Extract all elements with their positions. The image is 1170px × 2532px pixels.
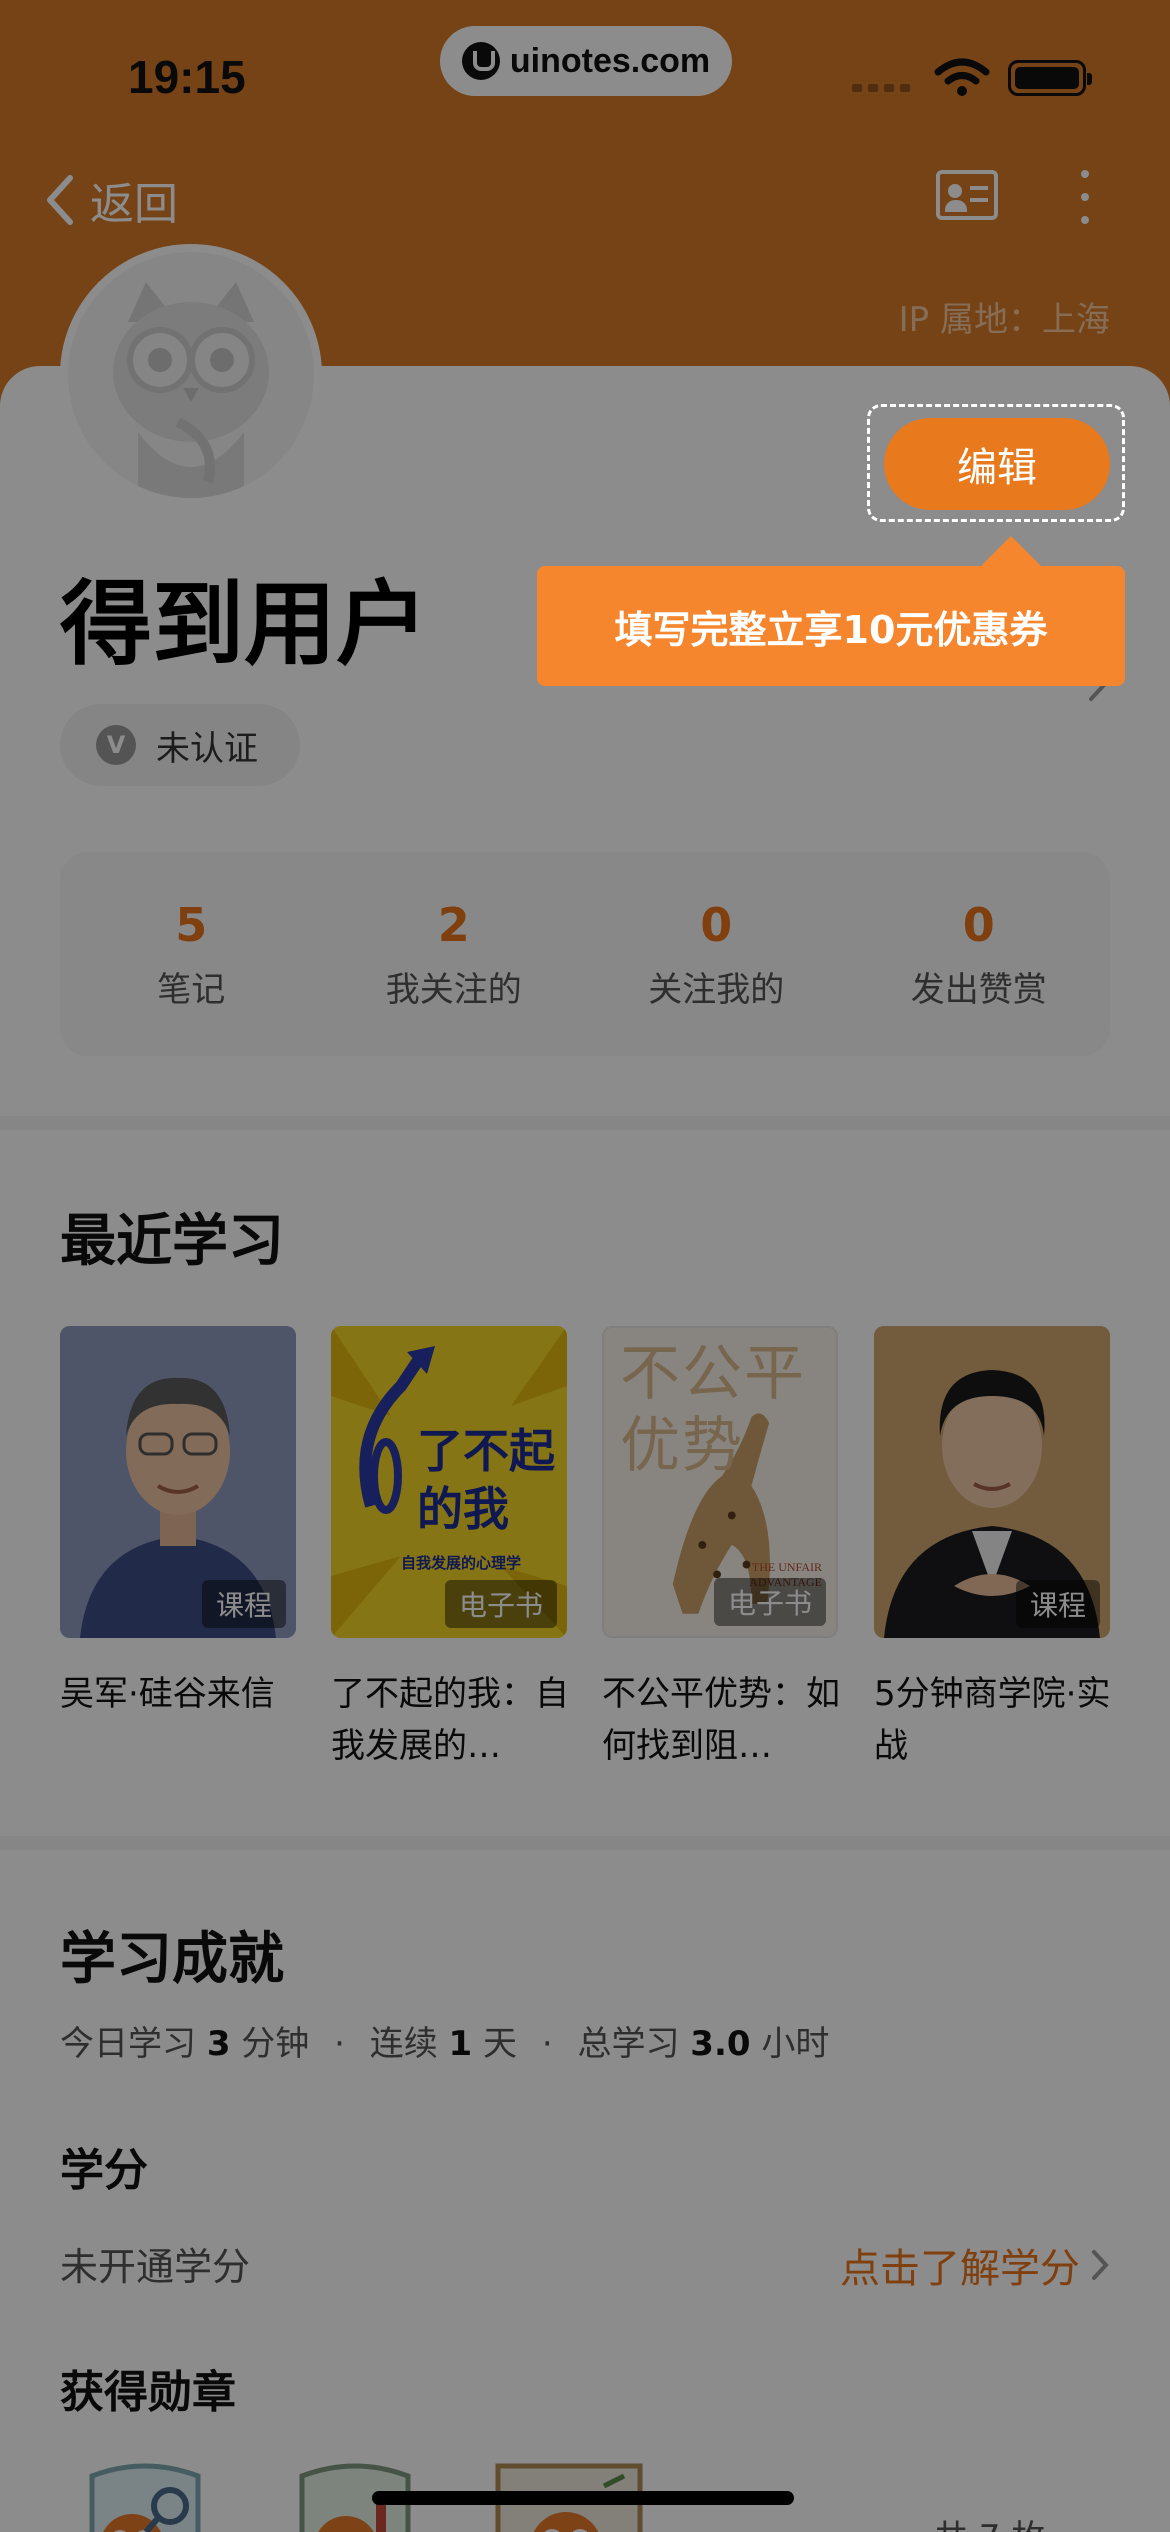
owl-avatar-icon <box>113 282 269 498</box>
book-cover-title: 了不起的我 <box>417 1424 555 1536</box>
achievement-title: 学习成就 <box>60 1927 284 1992</box>
back-button[interactable]: 返回 <box>40 168 178 232</box>
watermark-text: uinotes.com <box>509 41 711 80</box>
medals-title: 获得勋章 <box>60 2367 236 2418</box>
course-cover: 课程 <box>60 1326 296 1638</box>
credits-learn-more-link[interactable]: 点击了解学分 <box>840 2236 1110 2294</box>
recent-learning-title: 最近学习 <box>60 1209 284 1274</box>
recent-item[interactable]: 课程 5分钟商学院·实战 <box>874 1326 1110 1772</box>
book-cover-title: 不公平优势 <box>620 1339 806 1481</box>
username: 得到用户 <box>60 571 429 678</box>
more-options-icon[interactable] <box>1078 170 1092 224</box>
today-minutes: 3 <box>206 2024 231 2064</box>
stat-label: 我关注的 <box>385 969 522 1010</box>
course-cover: 课程 <box>874 1326 1110 1638</box>
wifi-icon <box>934 58 990 96</box>
stat-label: 关注我的 <box>648 969 785 1010</box>
coupon-tooltip[interactable]: 填写完整立享10元优惠券 <box>537 536 1125 686</box>
verification-badge[interactable]: V 未认证 <box>60 704 300 786</box>
content-type-tag: 课程 <box>1015 1580 1100 1628</box>
stat-followers[interactable]: 0 关注我的 <box>585 852 848 1056</box>
content-type-tag: 课程 <box>201 1580 286 1628</box>
credits-link-label: 点击了解学分 <box>840 2246 1080 2292</box>
total-hours: 3.0 <box>690 2024 751 2064</box>
book-cover: 不公平优势 THE UNFAIR ADVANTAGE 电子书 <box>602 1326 838 1638</box>
recent-item-title: 5分钟商学院·实战 <box>874 1674 1111 1766</box>
study-summary: 今日学习 3 分钟 · 连续 1 天 · 总学习 3.0 小时 <box>60 2024 830 2064</box>
status-bar: 19:15 uinotes.com <box>0 0 1170 150</box>
chevron-right-icon <box>1092 2250 1109 2280</box>
streak-days: 1 <box>448 2024 473 2064</box>
verification-status: 未认证 <box>156 728 258 769</box>
book-cover-subtitle: 自我发展的心理学 <box>401 1554 522 1572</box>
credits-title: 学分 <box>60 2145 148 2196</box>
recent-item-title: 了不起的我：自我发展的… <box>331 1674 569 1766</box>
status-time: 19:15 <box>128 51 246 103</box>
stat-label: 发出赞赏 <box>910 969 1047 1010</box>
credits-status: 未开通学分 <box>60 2245 251 2289</box>
stat-label: 笔记 <box>157 969 226 1010</box>
business-card-icon[interactable] <box>936 170 998 220</box>
owl-medal-icon[interactable] <box>82 2456 208 2532</box>
stat-value: 2 <box>437 897 470 952</box>
chevron-left-icon <box>47 175 73 225</box>
watermark-badge: uinotes.com <box>440 26 732 96</box>
stat-value: 5 <box>175 897 208 952</box>
stat-notes[interactable]: 5 笔记 <box>60 852 323 1056</box>
avatar[interactable] <box>60 244 322 506</box>
watermark-logo-icon <box>461 42 500 80</box>
battery-icon <box>1008 60 1092 96</box>
content-type-tag: 电子书 <box>444 1580 557 1628</box>
stat-following[interactable]: 2 我关注的 <box>323 852 586 1056</box>
stat-tips-sent[interactable]: 0 发出赞赏 <box>848 852 1111 1056</box>
book-cover: 了不起的我 自我发展的心理学 电子书 <box>331 1326 567 1638</box>
home-indicator[interactable] <box>372 2491 794 2505</box>
edit-profile-button[interactable]: 编辑 <box>884 418 1110 510</box>
stat-value: 0 <box>700 897 733 952</box>
profile-stats: 5 笔记 2 我关注的 0 关注我的 0 发出赞赏 <box>60 852 1110 1056</box>
recent-item[interactable]: 了不起的我 自我发展的心理学 电子书 了不起的我：自我发展的… <box>331 1326 569 1772</box>
recent-item[interactable]: 课程 吴军·硅谷来信 <box>60 1326 296 1720</box>
cellular-signal-icon <box>852 84 910 92</box>
verified-v-icon: V <box>96 725 136 765</box>
recent-item[interactable]: 不公平优势 THE UNFAIR ADVANTAGE 电子书 不公平优势：如何找… <box>602 1326 840 1772</box>
ip-location: IP 属地：上海 <box>898 300 1110 340</box>
recent-item-title: 不公平优势：如何找到阻… <box>602 1674 840 1766</box>
content-type-tag: 电子书 <box>713 1578 826 1626</box>
section-divider <box>0 1116 1170 1130</box>
back-label: 返回 <box>90 179 178 230</box>
recent-item-title: 吴军·硅谷来信 <box>60 1674 275 1714</box>
medal-count[interactable]: 共 7 枚 <box>934 2510 1045 2532</box>
stat-value: 0 <box>962 897 995 952</box>
section-divider <box>0 1836 1170 1850</box>
